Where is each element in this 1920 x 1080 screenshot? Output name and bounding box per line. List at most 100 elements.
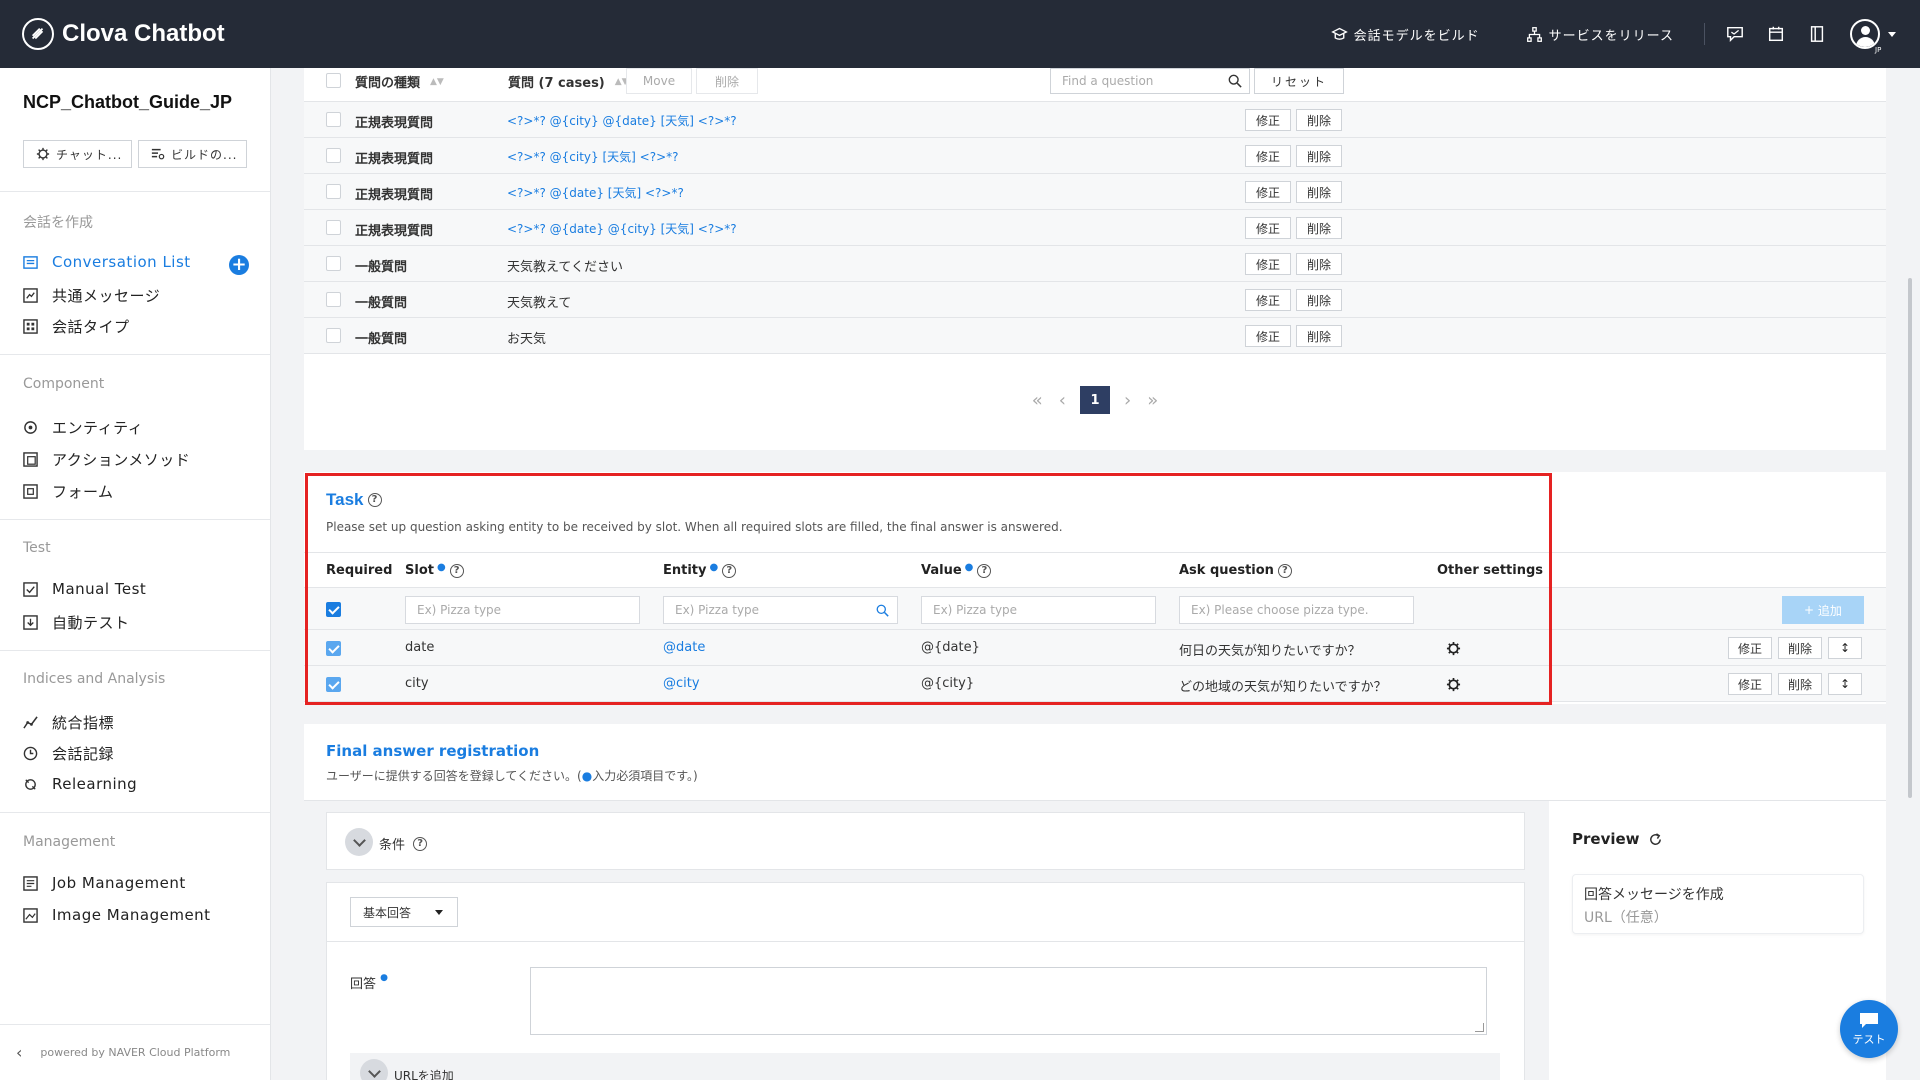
edit-button[interactable]: 修正: [1245, 109, 1291, 131]
sidebar-item-metrics[interactable]: 統合指標: [23, 712, 114, 733]
book-icon[interactable]: [1806, 23, 1828, 45]
sidebar-item-action-method[interactable]: アクションメソッド: [23, 449, 190, 470]
sidebar-item-manual-test[interactable]: Manual Test: [23, 580, 146, 598]
entity-link[interactable]: @date: [663, 640, 705, 655]
sidebar-item-auto-test[interactable]: 自動テスト: [23, 612, 130, 633]
required-checkbox[interactable]: [326, 602, 341, 617]
reorder-icon[interactable]: ↕: [1828, 637, 1862, 659]
edit-button[interactable]: 修正: [1245, 181, 1291, 203]
sidebar-item-conversation-list[interactable]: Conversation List: [23, 253, 191, 271]
bulk-delete-button[interactable]: 削除: [696, 68, 758, 94]
question-row[interactable]: 正規表現質問 <?>*? @{city} @{date} [天気] <?>*? 修正…: [304, 102, 1886, 138]
edit-button[interactable]: 修正: [1245, 145, 1291, 167]
help-icon[interactable]: ?: [413, 836, 428, 851]
sidebar-item-entity[interactable]: エンティティ: [23, 417, 143, 438]
row-checkbox[interactable]: [326, 112, 341, 127]
question-search-input[interactable]: Find a question: [1050, 68, 1250, 94]
scrollbar[interactable]: [1908, 278, 1912, 798]
delete-button[interactable]: 削除: [1296, 181, 1342, 203]
move-button[interactable]: Move: [626, 68, 692, 94]
help-icon[interactable]: ?: [722, 563, 737, 578]
calendar-icon[interactable]: [1765, 23, 1787, 45]
question-row[interactable]: 一般質問 天気教えて 修正 削除: [304, 282, 1886, 318]
chat-settings-button[interactable]: チャット...: [23, 140, 132, 168]
reset-button[interactable]: リセット: [1254, 68, 1344, 94]
prev-page-icon[interactable]: ‹: [1059, 390, 1066, 411]
delete-button[interactable]: 削除: [1296, 325, 1342, 347]
answer-textarea[interactable]: [530, 967, 1487, 1035]
expand-condition-icon[interactable]: [345, 828, 373, 856]
gear-icon[interactable]: [1446, 641, 1461, 656]
slot-input[interactable]: Ex) Pizza type: [405, 596, 640, 624]
slot-row[interactable]: date @date @{date} 何日の天気が知りたいですか？ 修正 削除 ↕: [304, 630, 1886, 666]
row-checkbox[interactable]: [326, 328, 341, 343]
column-question[interactable]: 質問 (7 cases) ▲▼: [508, 72, 629, 91]
question-row[interactable]: 正規表現質問 <?>*? @{city} [天気] <?>*? 修正 削除: [304, 138, 1886, 174]
refresh-icon[interactable]: [1648, 832, 1663, 847]
question-row[interactable]: 正規表現質問 <?>*? @{date} [天気] <?>*? 修正 削除: [304, 174, 1886, 210]
row-checkbox[interactable]: [326, 292, 341, 307]
first-page-icon[interactable]: «: [1032, 390, 1043, 411]
entity-link[interactable]: @city: [663, 676, 700, 691]
sidebar-item-common-message[interactable]: 共通メッセージ: [23, 285, 160, 306]
collapse-sidebar-icon[interactable]: ‹: [16, 1043, 22, 1062]
question-text[interactable]: 天気教えて: [507, 292, 571, 311]
required-checkbox[interactable]: [326, 677, 341, 692]
page-number[interactable]: 1: [1080, 386, 1110, 414]
question-text[interactable]: <?>*? @{date} @{city} [天気] <?>*?: [507, 220, 737, 237]
answer-type-select[interactable]: 基本回答: [350, 897, 458, 927]
help-icon[interactable]: ?: [449, 563, 464, 578]
row-checkbox[interactable]: [326, 184, 341, 199]
sidebar-item-image-management[interactable]: Image Management: [23, 906, 211, 924]
delete-button[interactable]: 削除: [1296, 217, 1342, 239]
help-icon[interactable]: ?: [1277, 563, 1292, 578]
gear-icon[interactable]: [1446, 677, 1461, 692]
chat-icon[interactable]: [1724, 23, 1746, 45]
search-icon[interactable]: [876, 604, 889, 617]
last-page-icon[interactable]: »: [1147, 390, 1158, 411]
column-question-type[interactable]: 質問の種類 ▲▼: [355, 72, 444, 91]
help-icon[interactable]: ?: [367, 493, 382, 507]
question-text[interactable]: 天気教えてください: [507, 256, 623, 275]
question-row[interactable]: 一般質問 お天気 修正 削除: [304, 318, 1886, 354]
app-logo[interactable]: Clova Chatbot: [22, 18, 225, 50]
edit-button[interactable]: 修正: [1245, 325, 1291, 347]
row-checkbox[interactable]: [326, 220, 341, 235]
user-menu-caret-icon[interactable]: [1888, 31, 1896, 37]
edit-button[interactable]: 修正: [1245, 217, 1291, 239]
value-input[interactable]: Ex) Pizza type: [921, 596, 1156, 624]
question-row[interactable]: 正規表現質問 <?>*? @{date} @{city} [天気] <?>*? 修正…: [304, 210, 1886, 246]
question-text[interactable]: <?>*? @{date} [天気] <?>*?: [507, 184, 684, 201]
delete-button[interactable]: 削除: [1296, 253, 1342, 275]
sidebar-item-conversation-type[interactable]: 会話タイプ: [23, 316, 130, 337]
edit-button[interactable]: 修正: [1728, 673, 1772, 695]
user-avatar-icon[interactable]: [1850, 19, 1880, 49]
sidebar-item-relearning[interactable]: Relearning: [23, 775, 137, 793]
reorder-icon[interactable]: ↕: [1828, 673, 1862, 695]
delete-button[interactable]: 削除: [1296, 289, 1342, 311]
select-all-checkbox[interactable]: [326, 73, 341, 88]
required-checkbox[interactable]: [326, 641, 341, 656]
build-settings-button[interactable]: ビルドの...: [138, 140, 247, 168]
delete-button[interactable]: 削除: [1778, 673, 1822, 695]
help-icon[interactable]: ?: [977, 563, 992, 578]
entity-input[interactable]: Ex) Pizza type: [663, 596, 898, 624]
next-page-icon[interactable]: ›: [1124, 390, 1131, 411]
expand-url-icon[interactable]: [360, 1059, 388, 1080]
edit-button[interactable]: 修正: [1245, 289, 1291, 311]
delete-button[interactable]: 削除: [1296, 145, 1342, 167]
slot-row[interactable]: city @city @{city} どの地域の天気が知りたいですか？ 修正 削除 ↕: [304, 666, 1886, 702]
question-text[interactable]: <?>*? @{city} @{date} [天気] <?>*?: [507, 112, 737, 129]
ask-question-input[interactable]: Ex) Please choose pizza type.: [1179, 596, 1414, 624]
search-icon[interactable]: [1228, 74, 1242, 88]
edit-button[interactable]: 修正: [1728, 637, 1772, 659]
question-text[interactable]: お天気: [507, 328, 546, 347]
question-text[interactable]: <?>*? @{city} [天気] <?>*?: [507, 148, 679, 165]
release-service-button[interactable]: サービスをリリース: [1526, 25, 1674, 44]
sidebar-item-job-management[interactable]: Job Management: [23, 874, 186, 892]
row-checkbox[interactable]: [326, 148, 341, 163]
delete-button[interactable]: 削除: [1296, 109, 1342, 131]
edit-button[interactable]: 修正: [1245, 253, 1291, 275]
question-row[interactable]: 一般質問 天気教えてください 修正 削除: [304, 246, 1886, 282]
sort-icon[interactable]: ▲▼: [430, 77, 444, 87]
